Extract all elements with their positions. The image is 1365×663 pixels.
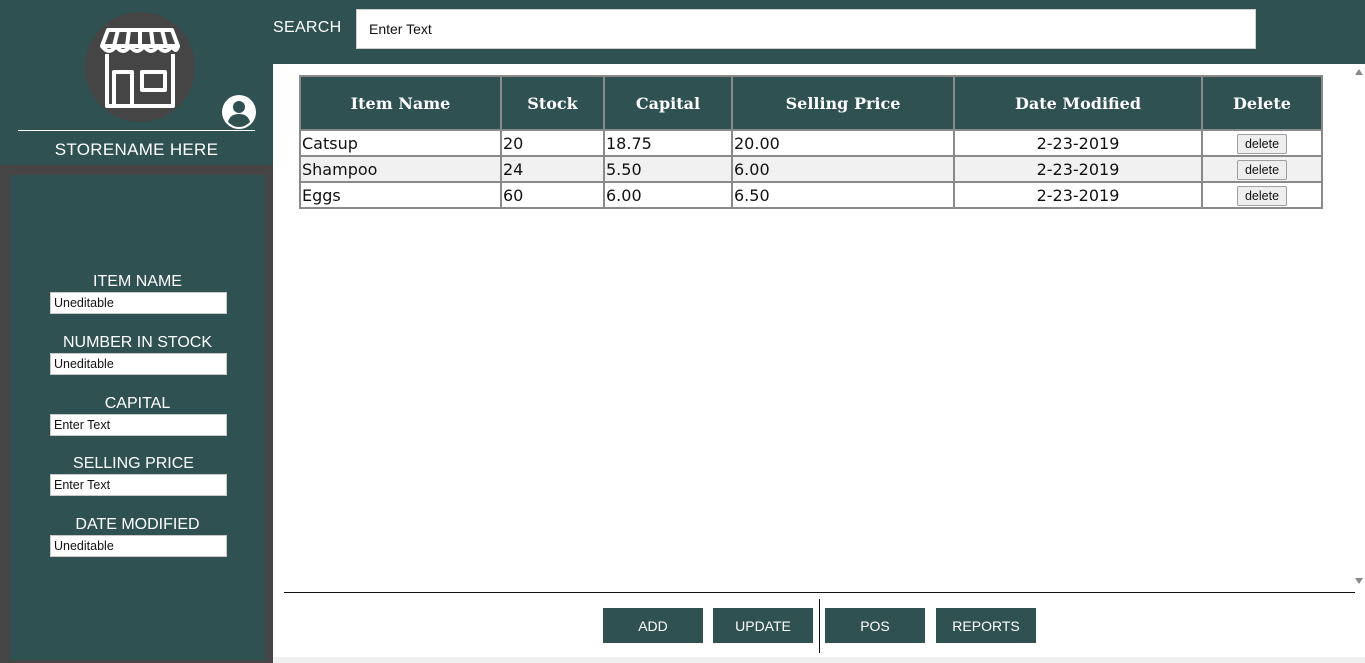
reports-button[interactable]: REPORTS [936,608,1036,643]
search-input[interactable]: Enter Text [356,9,1256,49]
date-modified-field[interactable]: Uneditable [50,535,227,557]
item-form: ITEM NAME Uneditable NUMBER IN STOCK Une… [10,175,265,660]
toolbar-divider [284,592,1355,593]
cell-date-modified: 2-23-2019 [953,181,1203,209]
col-item-name[interactable]: Item Name [299,75,502,131]
capital-label: CAPITAL [104,395,171,412]
cell-stock: 60 [500,181,605,209]
cell-stock: 24 [500,155,605,183]
col-selling-price[interactable]: Selling Price [731,75,955,131]
cell-item-name: Catsup [299,129,502,157]
cell-capital: 6.00 [603,181,733,209]
vertical-scrollbar[interactable] [1353,64,1365,591]
delete-button[interactable]: delete [1236,185,1288,206]
stock-label: NUMBER IN STOCK [62,334,213,351]
scroll-down-arrow-icon[interactable] [1355,578,1363,584]
inventory-table: Item Name Stock Capital Selling Price Da… [299,75,1323,209]
pos-button[interactable]: POS [825,608,925,643]
item-form-frame: ITEM NAME Uneditable NUMBER IN STOCK Une… [0,165,273,663]
cell-selling-price: 6.00 [731,155,955,183]
col-capital[interactable]: Capital [603,75,733,131]
sidebar-divider [18,130,255,131]
sidebar-header: STORENAME HERE [0,0,273,165]
col-date-modified[interactable]: Date Modified [953,75,1203,131]
footer-strip [273,657,1365,663]
store-logo [85,12,195,122]
cell-date-modified: 2-23-2019 [953,129,1203,157]
cell-delete: delete [1201,155,1323,183]
col-delete: Delete [1201,75,1323,131]
item-name-field[interactable]: Uneditable [50,292,227,314]
cell-capital: 5.50 [603,155,733,183]
scroll-up-arrow-icon[interactable] [1355,69,1363,75]
search-label: SEARCH [273,19,342,36]
table-row[interactable]: Eggs 60 6.00 6.50 2-23-2019 delete [299,181,1323,209]
user-circle-icon[interactable] [221,94,257,130]
update-button[interactable]: UPDATE [713,608,813,643]
cell-selling-price: 6.50 [731,181,955,209]
button-separator [819,599,820,653]
table-row[interactable]: Catsup 20 18.75 20.00 2-23-2019 delete [299,129,1323,157]
delete-button[interactable]: delete [1236,159,1288,180]
capital-field[interactable]: Enter Text [50,414,227,436]
date-modified-label: DATE MODIFIED [75,516,200,533]
item-name-label: ITEM NAME [93,273,182,290]
cell-date-modified: 2-23-2019 [953,155,1203,183]
table-row[interactable]: Shampoo 24 5.50 6.00 2-23-2019 delete [299,155,1323,183]
cell-item-name: Eggs [299,181,502,209]
store-name: STORENAME HERE [54,140,219,159]
table-header-row: Item Name Stock Capital Selling Price Da… [299,75,1323,131]
cell-selling-price: 20.00 [731,129,955,157]
cell-stock: 20 [500,129,605,157]
cell-capital: 18.75 [603,129,733,157]
cell-delete: delete [1201,129,1323,157]
add-button[interactable]: ADD [603,608,703,643]
stock-field[interactable]: Uneditable [50,353,227,375]
selling-price-label: SELLING PRICE [73,455,194,472]
cell-delete: delete [1201,181,1323,209]
cell-item-name: Shampoo [299,155,502,183]
main-panel: Item Name Stock Capital Selling Price Da… [273,64,1365,663]
col-stock[interactable]: Stock [500,75,605,131]
selling-price-field[interactable]: Enter Text [50,474,227,496]
delete-button[interactable]: delete [1236,133,1288,154]
storefront-icon [100,28,180,108]
